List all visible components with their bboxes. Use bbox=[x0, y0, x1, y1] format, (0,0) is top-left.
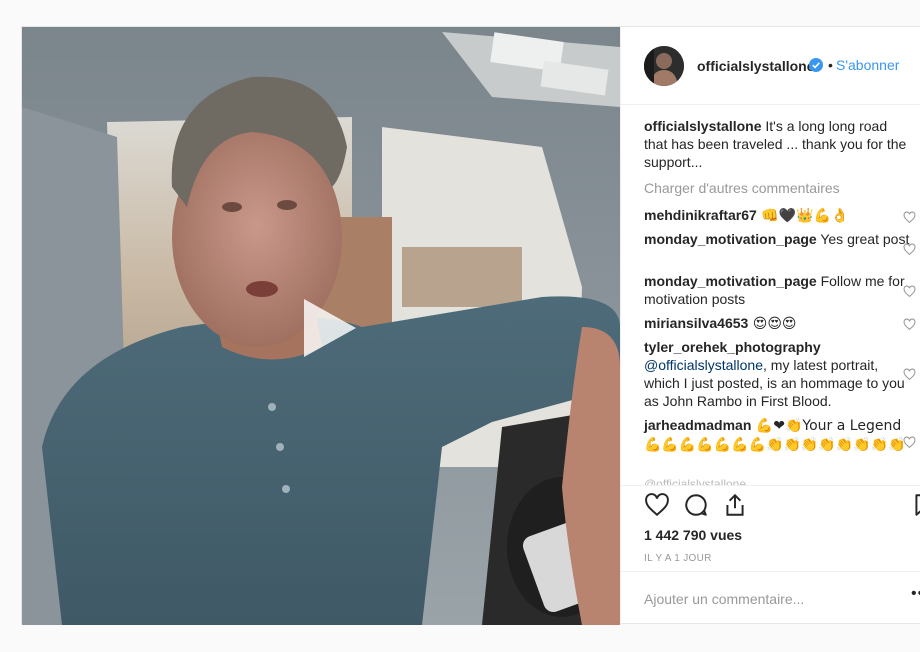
verified-icon bbox=[809, 58, 823, 72]
comment-text: Yes great post bbox=[816, 231, 910, 247]
post-side-panel: officialslystallone • S'abonner official… bbox=[620, 27, 920, 625]
comment-item: tyler_orehek_photography @officialslysta… bbox=[644, 338, 912, 410]
comment-input[interactable] bbox=[644, 588, 894, 610]
more-options-button[interactable]: ••• bbox=[911, 585, 920, 603]
post-username[interactable]: officialslystallone bbox=[697, 58, 814, 74]
comment-item: mehdinikraftar67 👊🖤👑💪👌 bbox=[644, 206, 912, 225]
comment-item: miriansilva4653 😍😍😍 bbox=[644, 314, 912, 333]
add-comment-section: ••• bbox=[621, 571, 920, 625]
share-icon[interactable] bbox=[722, 492, 748, 518]
like-comment-heart-icon[interactable] bbox=[903, 318, 916, 331]
comment-icon[interactable] bbox=[683, 492, 709, 518]
comment-username[interactable]: miriansilva4653 bbox=[644, 315, 748, 331]
separator-dot: • bbox=[828, 57, 833, 73]
comment-username[interactable]: tyler_orehek_photography bbox=[644, 339, 821, 355]
caption-username[interactable]: officialslystallone bbox=[644, 118, 761, 134]
comment-mention[interactable]: @officialslystallone bbox=[644, 357, 763, 373]
comment-item: monday_motivation_page Yes great post bbox=[644, 230, 912, 248]
comment-username[interactable]: mehdinikraftar67 bbox=[644, 207, 757, 223]
like-comment-heart-icon[interactable] bbox=[903, 436, 916, 449]
comment-text: 👊🖤👑💪👌 bbox=[756, 208, 849, 224]
like-comment-heart-icon[interactable] bbox=[903, 285, 916, 298]
load-more-comments-button[interactable]: Charger d'autres commentaires bbox=[644, 180, 840, 196]
comment-item: jarheadmadman 💪❤👏Your a Legend 💪💪💪💪💪💪💪👏👏… bbox=[644, 416, 912, 454]
comments-list[interactable]: officialslystallone It's a long long roa… bbox=[621, 105, 920, 485]
view-count[interactable]: 1 442 790 vues bbox=[644, 527, 742, 543]
post-actions-bar bbox=[621, 485, 920, 531]
video-player[interactable] bbox=[22, 27, 620, 625]
post-card: officialslystallone • S'abonner official… bbox=[21, 26, 920, 625]
play-icon[interactable] bbox=[292, 293, 362, 363]
comment-username[interactable]: monday_motivation_page bbox=[644, 231, 817, 247]
comment-text: 😍😍😍 bbox=[748, 316, 797, 332]
post-timestamp[interactable]: IL Y A 1 JOUR bbox=[644, 553, 712, 564]
bookmark-icon[interactable] bbox=[911, 492, 920, 518]
comment-item: monday_motivation_page Follow me for mot… bbox=[644, 272, 912, 308]
follow-button[interactable]: S'abonner bbox=[836, 57, 899, 73]
like-comment-heart-icon[interactable] bbox=[903, 368, 916, 381]
post-header: officialslystallone • S'abonner bbox=[621, 27, 920, 105]
comment-username[interactable]: jarheadmadman bbox=[644, 417, 751, 433]
comment-username[interactable]: monday_motivation_page bbox=[644, 273, 817, 289]
partial-comment: @officialslystallone ... bbox=[644, 477, 760, 485]
heart-icon[interactable] bbox=[644, 492, 670, 518]
like-comment-heart-icon[interactable] bbox=[903, 243, 916, 256]
like-comment-heart-icon[interactable] bbox=[903, 211, 916, 224]
avatar-image bbox=[644, 46, 684, 86]
avatar[interactable] bbox=[644, 46, 684, 86]
caption: officialslystallone It's a long long roa… bbox=[644, 117, 912, 171]
